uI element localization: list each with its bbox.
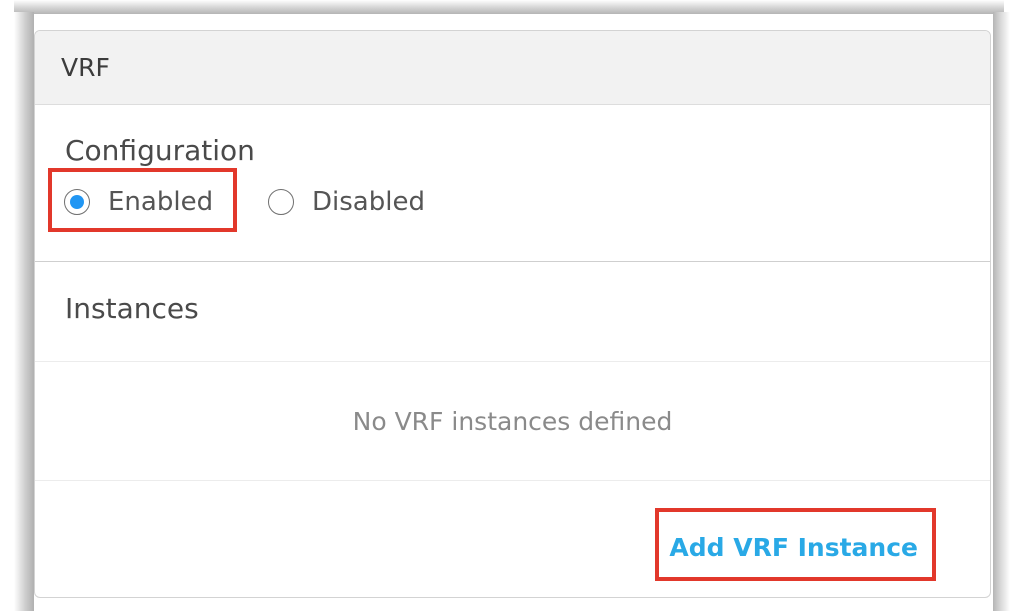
shadow-left: [14, 12, 34, 611]
shadow-top: [14, 0, 1004, 14]
vrf-panel: VRF Configuration Instances No VRF insta…: [34, 30, 991, 598]
screenshot-stage: VRF Configuration Instances No VRF insta…: [0, 0, 1010, 611]
instances-header: Instances: [35, 262, 990, 362]
panel-title: VRF: [61, 53, 110, 82]
configuration-section: Configuration: [35, 105, 990, 262]
empty-instances-row: No VRF instances defined: [35, 362, 990, 481]
radio-enabled[interactable]: Enabled: [64, 187, 213, 217]
radio-enabled-indicator[interactable]: [64, 189, 90, 215]
radio-enabled-label: Enabled: [108, 187, 214, 217]
instances-label: Instances: [65, 292, 199, 325]
empty-instances-message: No VRF instances defined: [352, 406, 673, 436]
panel-header: VRF: [35, 31, 990, 105]
radio-disabled-indicator[interactable]: [268, 189, 294, 215]
radio-disabled-label: Disabled: [312, 187, 425, 217]
configuration-label: Configuration: [65, 134, 255, 167]
panel-footer: Add VRF Instance: [35, 481, 990, 597]
shadow-right: [993, 12, 1010, 611]
radio-disabled[interactable]: Disabled: [268, 187, 425, 217]
add-vrf-instance-link[interactable]: Add VRF Instance: [669, 533, 918, 562]
radio-selected-dot: [70, 195, 84, 209]
